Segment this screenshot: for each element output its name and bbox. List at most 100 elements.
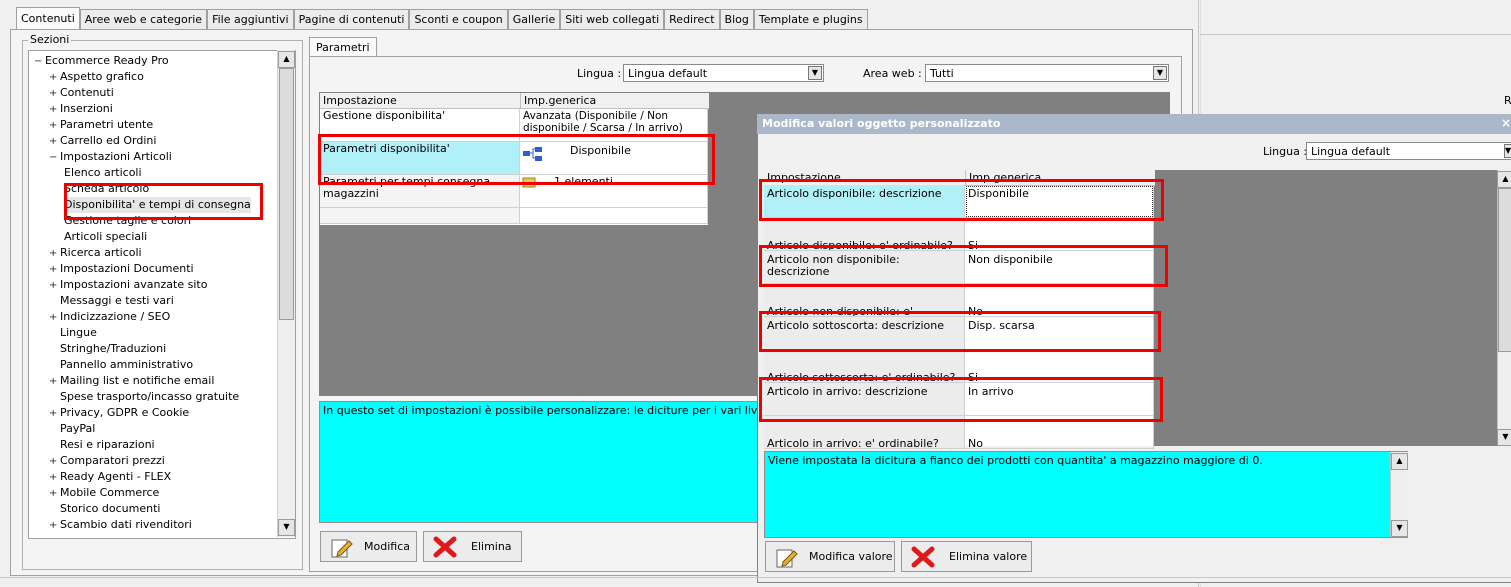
tree-item[interactable]: + Mailing list e notifiche email [49,373,214,389]
tab-contenuti[interactable]: Contenuti [16,7,80,29]
tab-parametri[interactable]: Parametri [309,37,377,57]
tree-item-label: Pannello amministrativo [60,358,194,371]
tab-pagine-di-contenuti[interactable]: Pagine di contenuti [293,9,410,29]
expand-icon[interactable]: + [49,118,57,134]
highlight-box-param [318,134,715,185]
tree-item[interactable]: + Ricerca articoli [49,245,142,261]
expand-icon[interactable]: + [49,454,57,470]
scroll-down-icon[interactable]: ▼ [1391,520,1408,537]
tree-item[interactable]: Resi e riparazioni [49,437,155,453]
collapse-icon[interactable]: − [49,150,57,166]
tree-item[interactable]: Storico documenti [49,501,160,517]
top-tab-bar: Contenuti Aree web e categorie File aggiun… [16,7,868,29]
tree-item[interactable]: + Impostazioni avanzate sito [49,277,207,293]
tab-blog[interactable]: Blog [719,9,754,29]
tree-item-label: Elenco articoli [64,166,142,179]
tree-item[interactable]: + Impostazioni Documenti [49,261,194,277]
area-web-select-value: Tutti [930,67,954,80]
expand-icon[interactable]: + [49,470,57,486]
tab-gallerie[interactable]: Gallerie [507,9,561,29]
expand-icon[interactable]: + [49,70,57,86]
tree-item[interactable]: + Comparatori prezzi [49,453,165,469]
tree-item[interactable]: Stringhe/Traduzioni [49,341,166,357]
tree-item[interactable]: Elenco articoli [64,165,142,181]
tree-item[interactable]: − Ecommerce Ready Pro [34,53,169,69]
modifica-valore-button[interactable]: Modifica valore [765,541,895,572]
scroll-up-icon[interactable]: ▲ [1497,171,1511,188]
tab-template-e-plugins[interactable]: Template e plugins [753,9,868,29]
tree-item[interactable]: Messaggi e testi vari [49,293,174,309]
tree-item[interactable]: + Inserzioni [49,101,113,117]
tree-item-label: Scambio dati rivenditori [60,518,192,531]
tree-item[interactable]: + Carrello ed Ordini [49,133,156,149]
close-icon[interactable]: × [1501,116,1511,130]
chevron-down-icon[interactable]: ▼ [1153,66,1167,80]
tab-redirect[interactable]: Redirect [664,9,720,29]
scroll-thumb[interactable] [1498,188,1511,352]
scroll-thumb[interactable] [279,68,294,320]
tree-item[interactable]: + Privacy, GDPR e Cookie [49,405,189,421]
area-web-label: Area web : [863,67,922,80]
tree-item[interactable]: + Contenuti [49,85,114,101]
expand-icon[interactable]: + [49,518,57,534]
tree-item[interactable]: Pannello amministrativo [49,357,193,373]
tree-scrollbar[interactable]: ▲ ▼ [277,50,295,537]
expand-icon[interactable]: + [49,246,57,262]
tree-item-label: Ricerca articoli [60,246,142,259]
tree-item-label: Articoli speciali [64,230,148,243]
dialog-title[interactable]: Modifica valori oggetto personalizzato [757,114,1511,134]
chevron-down-icon[interactable]: ▼ [1504,144,1511,158]
modifica-button[interactable]: Modifica [320,531,417,562]
scroll-up-icon[interactable]: ▲ [1391,453,1408,470]
right-pane-label: R [1504,94,1511,107]
tree-item[interactable]: Spese trasporto/incasso gratuite [49,389,239,405]
col-header-imp-generica[interactable]: Imp.generica [520,93,709,109]
area-web-select[interactable]: Tutti ▼ [925,64,1169,82]
elimina-button[interactable]: Elimina [423,531,522,562]
expand-icon[interactable]: + [49,262,57,278]
tree-item[interactable]: PayPal [49,421,95,437]
tree-item[interactable]: Articoli speciali [64,229,147,245]
lingua-select[interactable]: Lingua default ▼ [623,64,824,82]
empty-row [320,208,520,224]
tree-item[interactable]: + Aspetto grafico [49,69,144,85]
tree-item[interactable]: − Impostazioni Articoli [49,149,172,165]
sezioni-tree[interactable]: − Ecommerce Ready Pro + Aspetto grafico + Con… [28,50,296,539]
expand-icon[interactable]: + [49,134,57,150]
scroll-down-icon[interactable]: ▼ [1497,429,1511,446]
tree-item[interactable]: + Ready Agenti - FLEX [49,469,171,485]
tree-item[interactable]: + Scambio dati rivenditori [49,517,192,533]
tree-item-label: Carrello ed Ordini [60,134,157,147]
expand-icon[interactable]: + [49,310,57,326]
tree-item-label: Indicizzazione / SEO [60,310,171,323]
expand-icon[interactable]: + [49,486,57,502]
expand-icon[interactable]: + [49,406,57,422]
expand-icon[interactable]: + [49,374,57,390]
highlight-box-dialog [759,377,1163,422]
modifica-valore-label: Modifica valore [809,550,893,563]
tab-aree-web-e-categorie[interactable]: Aree web e categorie [79,9,208,29]
dialog-lingua-select[interactable]: Lingua default ▼ [1306,142,1511,160]
expand-icon[interactable]: + [49,102,57,118]
tree-item[interactable]: + Indicizzazione / SEO [49,309,170,325]
tab-sconti-e-coupon[interactable]: Sconti e coupon [409,9,508,29]
tree-item[interactable]: + Parametri utente [49,117,153,133]
collapse-icon[interactable]: − [34,54,42,70]
tree-item-label: Mobile Commerce [60,486,160,499]
dialog-grid-scrollbar[interactable]: ▲ ▼ [1497,170,1511,446]
right-pane-top-line [1200,34,1511,35]
elimina-valore-label: Elimina valore [949,550,1028,563]
elimina-valore-button[interactable]: Elimina valore [901,541,1032,572]
tab-siti-web-collegati[interactable]: Siti web collegati [560,9,665,29]
tab-file-aggiuntivi[interactable]: File aggiuntivi [207,9,294,29]
col-header-impostazione[interactable]: Impostazione [320,93,520,109]
tree-item[interactable]: + Mobile Commerce [49,485,159,501]
chevron-down-icon[interactable]: ▼ [808,66,822,80]
expand-icon[interactable]: + [49,86,57,102]
scroll-up-icon[interactable]: ▲ [278,51,295,68]
tree-item-label: PayPal [60,422,96,435]
scroll-down-icon[interactable]: ▼ [278,519,295,536]
tree-item[interactable]: Lingue [49,325,97,341]
expand-icon[interactable]: + [49,278,57,294]
description-scrollbar[interactable]: ▲ ▼ [1390,452,1408,537]
